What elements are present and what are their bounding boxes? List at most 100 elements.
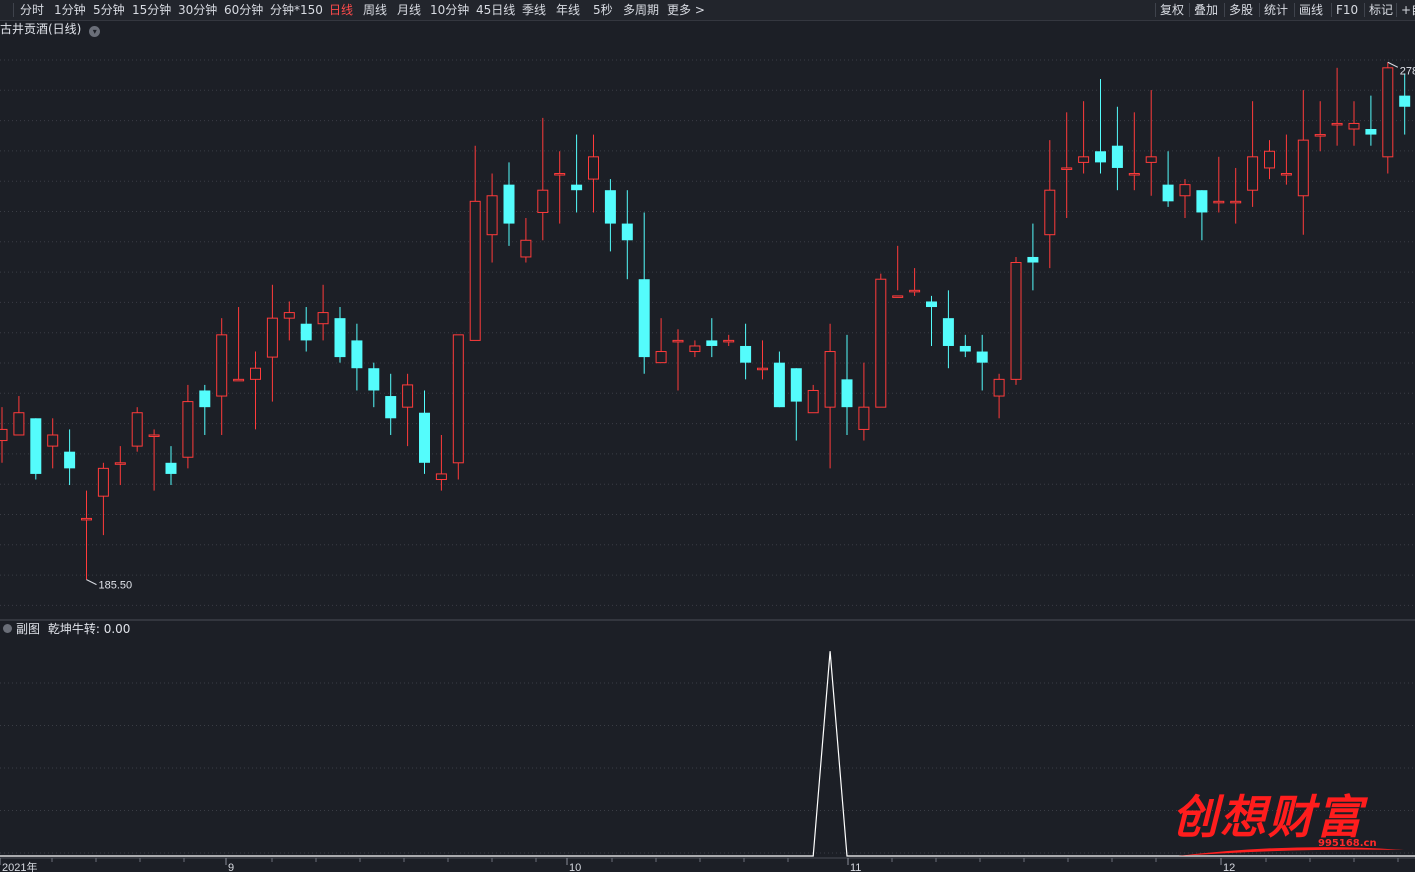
candle-body <box>199 390 211 408</box>
period-toolbar: 分时 1分钟 5分钟 15分钟 30分钟 60分钟 分钟*150 日线 周线 月线 10分钟 45日线… <box>0 0 1415 21</box>
stock-name: 古井贡酒(日线) <box>0 22 82 36</box>
x-axis-label: 9 <box>228 862 234 872</box>
candle-body <box>1196 190 1208 213</box>
candle-body <box>182 401 194 458</box>
candle-body <box>1111 145 1123 168</box>
candle-body <box>926 301 937 308</box>
tab-period-4[interactable]: 30分钟 <box>178 2 217 18</box>
min-marker <box>86 579 97 586</box>
candle-body <box>1162 184 1174 202</box>
candle-body <box>81 517 92 521</box>
tab-period-1[interactable]: 1分钟 <box>54 2 86 18</box>
candle-body <box>824 351 836 408</box>
candle-body <box>807 389 819 414</box>
candle-body <box>520 239 532 258</box>
candle-body <box>1382 67 1394 158</box>
dropdown-icon[interactable]: ▾ <box>89 26 101 37</box>
candle-body <box>0 428 8 442</box>
candle-body <box>773 362 785 408</box>
candle-body <box>757 367 768 371</box>
candle-body <box>537 189 549 213</box>
toolbar-separator <box>1364 3 1365 17</box>
toolbar-button-4[interactable]: 画线 <box>1299 2 1323 18</box>
candle-body <box>1213 200 1225 204</box>
tab-period-3[interactable]: 15分钟 <box>132 2 171 18</box>
collapse-icon[interactable] <box>3 624 12 633</box>
candle-body <box>604 190 616 224</box>
candle-body <box>1247 156 1259 191</box>
toolbar-button-1[interactable]: 叠加 <box>1194 2 1218 18</box>
tab-period-7[interactable]: 日线 <box>329 2 353 18</box>
tab-period-6[interactable]: 分钟*150 <box>270 2 323 18</box>
x-axis-label: 10 <box>569 862 581 872</box>
candle-body <box>1145 156 1157 163</box>
min-price-label: 185.50 <box>99 580 133 592</box>
kline-chart[interactable]: 278.00 185.50 2021年 9 10 11 12 <box>0 38 1415 872</box>
candle-body <box>233 378 245 382</box>
tab-period-11[interactable]: 45日线 <box>476 2 515 18</box>
candle-body <box>976 351 988 363</box>
candle-body <box>621 223 633 241</box>
candle-body <box>283 312 295 319</box>
candle-body <box>571 184 583 191</box>
candle-body <box>1280 173 1292 176</box>
toolbar-separator <box>13 3 14 17</box>
candle-body <box>1179 184 1191 197</box>
candle-body <box>165 462 177 474</box>
candle-body <box>1128 173 1140 176</box>
toolbar-button-2[interactable]: 多股 <box>1229 2 1253 18</box>
toolbar-separator <box>1294 3 1295 17</box>
candle-body <box>452 334 464 464</box>
candle-body <box>858 406 870 430</box>
tab-period-5[interactable]: 60分钟 <box>224 2 263 18</box>
tab-period-10[interactable]: 10分钟 <box>430 2 469 18</box>
candle-body <box>402 384 414 408</box>
candle-body <box>588 156 599 180</box>
toolbar-separator <box>1259 3 1260 17</box>
max-marker <box>1387 61 1399 68</box>
candle-body <box>266 317 278 358</box>
candle-body <box>435 473 447 480</box>
candle-body <box>131 412 143 447</box>
candle-body <box>469 200 481 341</box>
tab-period-12[interactable]: 季线 <box>522 2 546 18</box>
tab-period-0[interactable]: 分时 <box>20 2 44 18</box>
candle-body <box>892 295 904 298</box>
tab-period-13[interactable]: 年线 <box>556 2 580 18</box>
toolbar-button-7[interactable]: +自 <box>1401 2 1415 18</box>
candle-body <box>1348 122 1360 130</box>
watermark-swoosh <box>1178 847 1404 856</box>
candle-body <box>250 367 261 380</box>
candle-body <box>30 418 42 474</box>
candle-body <box>1095 151 1106 163</box>
candle-body <box>1399 95 1411 107</box>
tab-period-16[interactable]: 更多 > <box>667 2 705 18</box>
candle-body <box>993 378 1005 397</box>
tab-period-8[interactable]: 周线 <box>363 2 387 18</box>
candle-body <box>47 434 59 447</box>
toolbar-button-6[interactable]: 标记 <box>1369 2 1393 18</box>
candle-body <box>790 368 802 402</box>
candle-body <box>503 184 515 224</box>
toolbar-separator <box>1189 3 1190 17</box>
candle-body <box>351 340 363 369</box>
tab-period-14[interactable]: 5秒 <box>593 2 613 18</box>
toolbar-button-5[interactable]: F10 <box>1336 2 1358 18</box>
candle-body <box>959 345 971 352</box>
candle-body <box>1230 200 1242 204</box>
tab-period-9[interactable]: 月线 <box>397 2 421 18</box>
candle-body <box>317 312 329 325</box>
candle-body <box>300 323 312 341</box>
candle-body <box>638 279 650 358</box>
candle-body <box>114 462 126 465</box>
tab-period-15[interactable]: 多周期 <box>623 2 659 18</box>
candle-body <box>1365 129 1377 135</box>
candle-body <box>655 351 667 364</box>
toolbar-button-3[interactable]: 统计 <box>1264 2 1288 18</box>
stock-title: 古井贡酒(日线) ▾ <box>0 20 101 38</box>
tab-period-2[interactable]: 5分钟 <box>93 2 125 18</box>
toolbar-button-0[interactable]: 复权 <box>1160 2 1184 18</box>
candle-body <box>554 173 566 176</box>
candle-body <box>689 345 701 353</box>
candle-body <box>909 289 921 293</box>
